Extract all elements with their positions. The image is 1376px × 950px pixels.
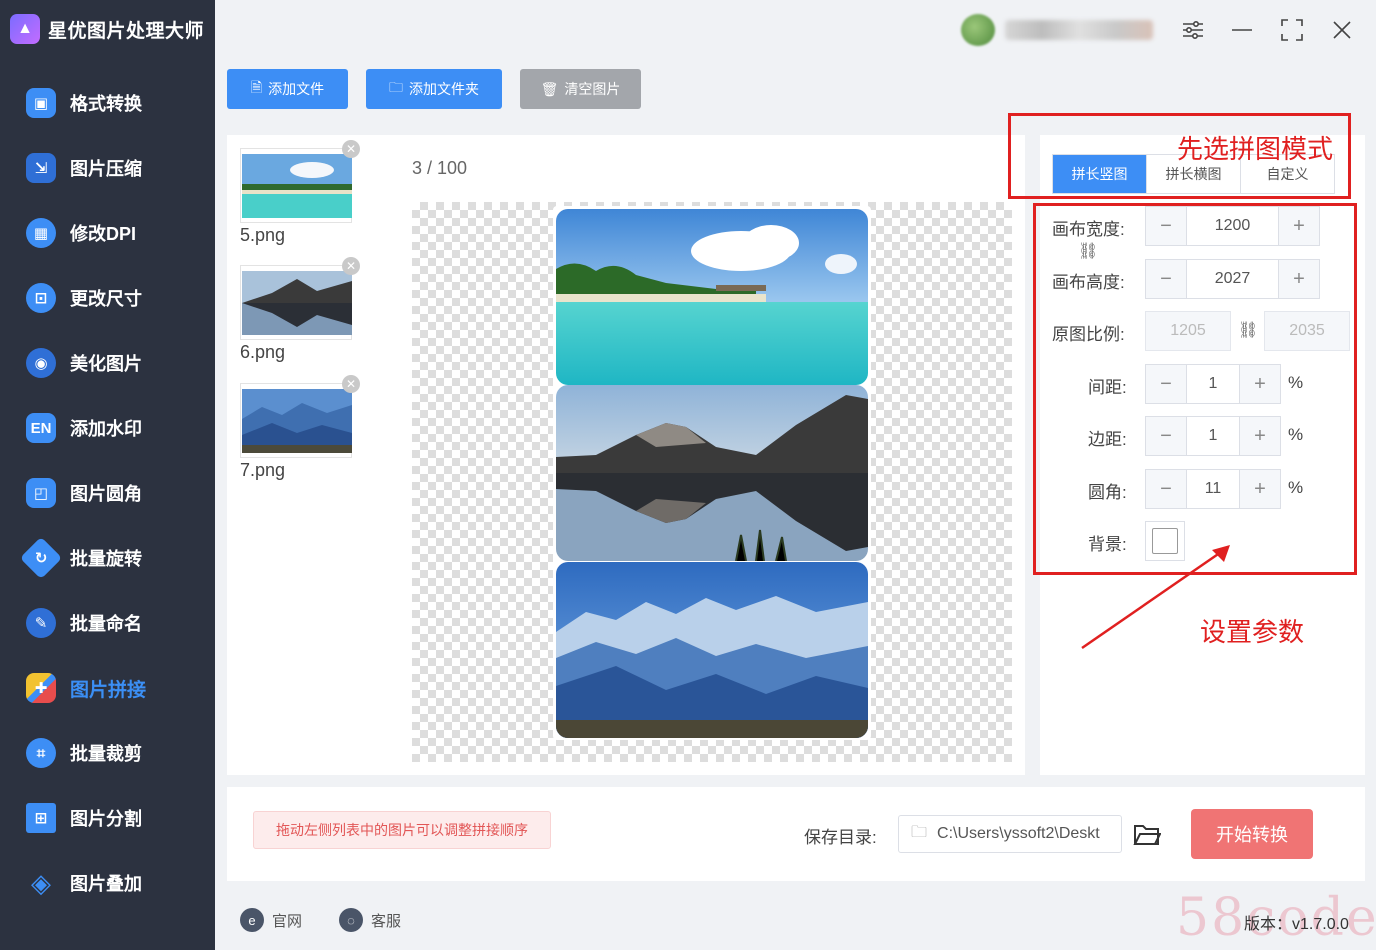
remove-file-icon[interactable]: ✕ [342, 257, 360, 275]
maximize-icon[interactable] [1276, 14, 1308, 46]
app-title: 星优图片处理大师 [48, 20, 205, 42]
sidebar-item-label: 图片叠加 [70, 874, 142, 894]
version-text: 版本：v1.7.0.0 [1244, 916, 1349, 933]
folder-icon: 🗀 [389, 79, 403, 95]
sidebar-item-beautify[interactable]: ◉ 美化图片 [26, 343, 206, 383]
puzzle-icon: ✚ [26, 673, 56, 703]
beach-thumbnail [242, 154, 352, 218]
image-convert-icon: ▣ [26, 88, 56, 118]
website-link[interactable]: e 官网 [240, 908, 302, 932]
annotation-params-box [1033, 203, 1357, 575]
layers-icon: ◈ [31, 867, 51, 898]
sidebar-item-round-corner[interactable]: ◰ 图片圆角 [26, 473, 206, 513]
browser-icon: e [240, 908, 264, 932]
add-folder-button[interactable]: 🗀 添加文件夹 [366, 69, 502, 109]
file-thumbnail[interactable]: ✕ [240, 257, 360, 340]
remove-file-icon[interactable]: ✕ [342, 375, 360, 393]
minimize-icon[interactable] [1226, 14, 1258, 46]
sidebar-item-label: 图片压缩 [70, 159, 142, 179]
lake-mountain-thumbnail [242, 271, 352, 335]
sidebar-item-label: 批量裁剪 [70, 744, 142, 764]
sidebar-item-label: 添加水印 [70, 419, 142, 439]
close-icon[interactable] [1326, 14, 1358, 46]
stitched-photo-beach [556, 209, 868, 385]
settings-sliders-icon[interactable] [1177, 14, 1209, 46]
file-name: 5.png [240, 225, 286, 245]
sidebar-item-label: 图片圆角 [70, 484, 142, 504]
sidebar-item-label: 修改DPI [70, 224, 137, 244]
beautify-icon: ◉ [26, 348, 56, 378]
rotate-icon: ↻ [19, 536, 63, 580]
open-folder-icon[interactable] [1133, 821, 1161, 847]
file-thumbnail[interactable]: ✕ [240, 140, 360, 223]
sidebar-item-compress[interactable]: ⇲ 图片压缩 [26, 148, 206, 188]
clear-images-button[interactable]: 🗑 清空图片 [520, 69, 641, 109]
sidebar-item-label: 图片拼接 [70, 679, 147, 701]
split-icon: ⊞ [26, 803, 56, 833]
clear-images-label: 清空图片 [564, 81, 621, 97]
sidebar-item-label: 批量旋转 [70, 549, 142, 569]
sidebar-item-split[interactable]: ⊞ 图片分割 [26, 798, 206, 838]
annotation-select-mode: 先选拼图模式 [1177, 134, 1334, 164]
sidebar-item-label: 美化图片 [70, 354, 142, 374]
add-file-button[interactable]: 🗎 添加文件 [227, 69, 348, 109]
stitched-photo-lake [556, 385, 868, 561]
sidebar-item-overlay[interactable]: ◈ 图片叠加 [26, 863, 206, 903]
image-compress-icon: ⇲ [26, 153, 56, 183]
website-label: 官网 [272, 912, 303, 930]
support-link[interactable]: ◌ 客服 [339, 908, 401, 932]
sidebar-item-crop[interactable]: ⌗ 批量裁剪 [26, 733, 206, 773]
dpi-icon: ▦ [26, 218, 56, 248]
file-name: 6.png [240, 342, 286, 362]
save-dir-input[interactable]: 🗀 C:\Users\yssoft2\Deskt [898, 815, 1122, 853]
save-dir-label: 保存目录: [804, 828, 877, 847]
sidebar-item-format-convert[interactable]: ▣ 格式转换 [26, 83, 206, 123]
image-counter: 3 / 100 [412, 158, 468, 178]
watermark-icon: EN [26, 413, 56, 443]
sidebar-item-stitch[interactable]: ✚ 图片拼接 [26, 668, 206, 708]
stitched-photo-mountains [556, 562, 868, 738]
sidebar-item-label: 批量命名 [70, 614, 142, 634]
crop-icon: ⌗ [26, 738, 56, 768]
brand: ▲ 星优图片处理大师 [10, 12, 204, 46]
user-info-blurred[interactable] [1005, 20, 1153, 40]
sidebar-item-label: 图片分割 [70, 809, 142, 829]
blue-mountains-thumbnail [242, 389, 352, 453]
round-corner-icon: ◰ [26, 478, 56, 508]
save-dir-value: C:\Users\yssoft2\Deskt [937, 825, 1100, 842]
file-name: 7.png [240, 460, 286, 480]
annotation-arrow-icon [1081, 545, 1230, 650]
sidebar-item-rotate[interactable]: ↻ 批量旋转 [19, 536, 206, 580]
sidebar-item-watermark[interactable]: EN 添加水印 [26, 408, 206, 448]
user-avatar[interactable] [961, 14, 995, 46]
sidebar-item-label: 更改尺寸 [70, 289, 142, 309]
sidebar-item-dpi[interactable]: ▦ 修改DPI [26, 213, 206, 253]
rename-icon: ✎ [26, 608, 56, 638]
add-folder-label: 添加文件夹 [409, 81, 479, 97]
resize-icon: ⊡ [26, 283, 56, 313]
support-label: 客服 [371, 912, 402, 930]
start-convert-button[interactable]: 开始转换 [1191, 809, 1313, 859]
file-thumbnail[interactable]: ✕ [240, 375, 360, 458]
sidebar-item-label: 格式转换 [70, 94, 142, 114]
file-icon: 🗎 [250, 79, 263, 95]
app-logo-icon: ▲ [10, 14, 40, 44]
folder-outline-icon: 🗀 [911, 823, 928, 841]
drag-order-hint: 拖动左侧列表中的图片可以调整拼接顺序 [253, 811, 551, 849]
remove-file-icon[interactable]: ✕ [342, 140, 360, 158]
chat-icon: ◌ [339, 908, 363, 932]
sidebar: ▲ 星优图片处理大师 ▣ 格式转换 ⇲ 图片压缩 ▦ 修改DPI ⊡ 更改尺寸 … [0, 0, 215, 950]
sidebar-item-resize[interactable]: ⊡ 更改尺寸 [26, 278, 206, 318]
sidebar-item-rename[interactable]: ✎ 批量命名 [26, 603, 206, 643]
trash-icon: 🗑 [540, 80, 559, 97]
add-file-label: 添加文件 [268, 81, 325, 97]
